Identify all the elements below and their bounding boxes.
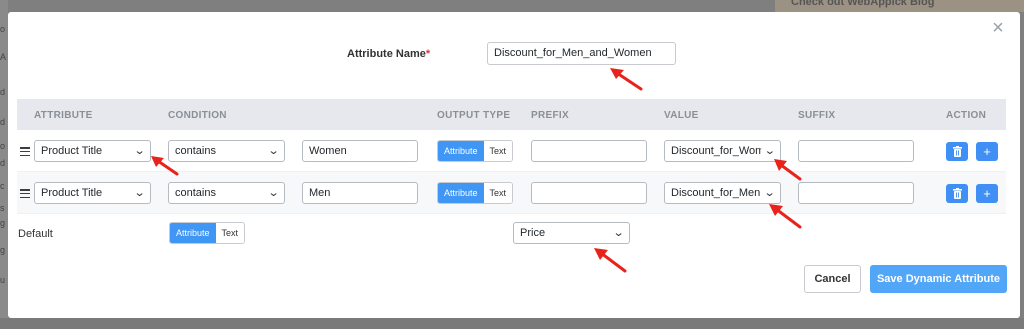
header-condition: CONDITION (168, 110, 227, 121)
condition-value-input[interactable]: Men (302, 182, 418, 204)
annotation-arrow-icon (610, 68, 643, 91)
trash-icon (952, 188, 962, 199)
value-select[interactable]: Discount_for_Men ⌄ (664, 182, 781, 204)
background-text: A (0, 52, 7, 62)
output-type-text-button[interactable]: Text (483, 141, 513, 161)
annotation-arrow-icon (774, 159, 802, 181)
output-type-attribute-button[interactable]: Attribute (438, 141, 484, 161)
header-output-type: OUTPUT TYPE (437, 110, 511, 121)
header-attribute: ATTRIBUTE (34, 110, 93, 121)
header-prefix: PREFIX (531, 110, 569, 121)
save-dynamic-attribute-button[interactable]: Save Dynamic Attribute (870, 265, 1007, 293)
background-text: d (0, 87, 6, 97)
output-type-toggle: Attribute Text (437, 182, 514, 204)
attribute-name-input[interactable]: Discount_for_Men_and_Women (487, 42, 676, 65)
chevron-down-icon: ⌄ (612, 227, 625, 239)
plus-icon: + (983, 144, 991, 159)
background-text: d (0, 158, 6, 168)
background-text: u (0, 275, 6, 285)
delete-button[interactable] (946, 142, 968, 161)
drag-handle-icon[interactable] (20, 189, 30, 199)
background-text: d (0, 117, 6, 127)
page-background-bottom (0, 318, 1024, 329)
prefix-input[interactable] (531, 140, 647, 162)
background-blog-link: Check out WebAppick Blog (775, 0, 1024, 12)
chevron-down-icon: ⌄ (763, 187, 776, 199)
value-select[interactable]: Discount_for_Wome ⌄ (664, 140, 781, 162)
annotation-arrow-icon (769, 204, 802, 229)
page-background-left: o A d d o d c s g g u (0, 0, 8, 329)
background-text: o (0, 24, 6, 34)
add-row-button[interactable]: + (976, 142, 998, 161)
attribute-name-label: Attribute Name* (347, 48, 431, 60)
output-type-text-button[interactable]: Text (483, 183, 513, 203)
background-text: g (0, 245, 6, 255)
condition-select[interactable]: contains ⌄ (168, 140, 285, 162)
delete-button[interactable] (946, 184, 968, 203)
default-value-select[interactable]: Price ⌄ (513, 222, 630, 244)
output-type-toggle: Attribute Text (437, 140, 514, 162)
header-action: ACTION (946, 110, 987, 121)
output-type-attribute-button[interactable]: Attribute (438, 183, 484, 203)
condition-value-input[interactable]: Women (302, 140, 418, 162)
add-row-button[interactable]: + (976, 184, 998, 203)
default-type-attribute-button[interactable]: Attribute (170, 223, 216, 243)
close-icon[interactable]: × (990, 18, 1006, 38)
default-type-text-button[interactable]: Text (215, 223, 245, 243)
trash-icon (952, 146, 962, 157)
condition-select[interactable]: contains ⌄ (168, 182, 285, 204)
background-text: c (0, 181, 5, 191)
chevron-down-icon: ⌄ (267, 145, 280, 157)
background-text: s (0, 203, 5, 213)
suffix-input[interactable] (798, 182, 914, 204)
cancel-button[interactable]: Cancel (804, 265, 861, 293)
drag-handle-icon[interactable] (20, 147, 30, 157)
background-text: g (0, 218, 6, 228)
chevron-down-icon: ⌄ (133, 187, 146, 199)
header-suffix: SUFFIX (798, 110, 836, 121)
table-header: ATTRIBUTE CONDITION OUTPUT TYPE PREFIX V… (17, 99, 1006, 130)
suffix-input[interactable] (798, 140, 914, 162)
required-mark: * (425, 48, 431, 60)
prefix-input[interactable] (531, 182, 647, 204)
table-row: Product Title ⌄ contains ⌄ Men Attribute T… (17, 172, 1006, 214)
annotation-arrow-icon (594, 248, 627, 273)
header-value: VALUE (664, 110, 699, 121)
annotation-arrow-icon (151, 156, 179, 176)
plus-icon: + (983, 186, 991, 201)
default-type-toggle: Attribute Text (169, 222, 246, 244)
attribute-select[interactable]: Product Title ⌄ (34, 182, 151, 204)
chevron-down-icon: ⌄ (133, 145, 146, 157)
background-text: o (0, 141, 6, 151)
default-label: Default (18, 228, 53, 240)
attribute-select[interactable]: Product Title ⌄ (34, 140, 151, 162)
chevron-down-icon: ⌄ (267, 187, 280, 199)
